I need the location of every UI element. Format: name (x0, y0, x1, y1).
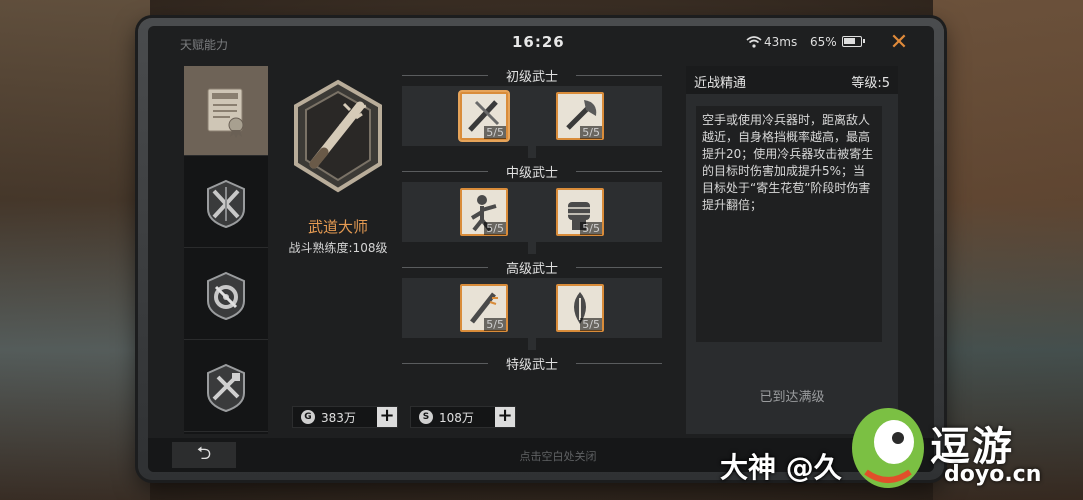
tier-header-2: 中级武士 (402, 162, 662, 181)
tab-certificate[interactable] (184, 66, 268, 156)
gold-amount: 383万 (321, 410, 356, 425)
add-gold-button[interactable]: + (377, 407, 397, 427)
talent-emblem-area: 武道大师 战斗熟练度:108级 (268, 66, 408, 266)
skill-detail-panel: 近战精通 等级:5 空手或使用冷兵器时，距离敌人越近，自身格挡概率越高，最高提升… (686, 66, 898, 434)
detail-header: 近战精通 等级:5 (686, 66, 898, 94)
tier-row-1: 5/5 5/5 (402, 86, 662, 146)
tier-connector (528, 146, 536, 158)
window-title: 天赋能力 (180, 38, 229, 52)
back-button[interactable]: ⮌ (172, 442, 236, 468)
doyo-logo-icon (852, 408, 924, 488)
gear-badge-icon (207, 271, 245, 320)
skill-bat-strike[interactable]: 5/5 (460, 284, 508, 332)
blades-badge-icon (207, 179, 245, 228)
tablet-screen: 天赋能力 16:26 43ms 65% ✕ 武道大师 战斗熟练度:108级 初级… (148, 26, 934, 472)
skill-axe[interactable]: 5/5 (556, 92, 604, 140)
skill-count: 5/5 (580, 318, 602, 331)
combat-proficiency: 战斗熟练度:108级 (288, 241, 388, 255)
status-bar: 天赋能力 16:26 43ms 65% ✕ (148, 26, 934, 60)
talent-sidebar (184, 66, 268, 434)
silver-coin-icon: S (419, 410, 433, 424)
tab-gear[interactable] (184, 250, 268, 340)
wifi-icon (746, 36, 762, 48)
talent-name: 武道大师 (307, 218, 368, 236)
battery-text: 65% (810, 35, 837, 49)
detail-description: 空手或使用冷兵器时，距离敌人越近，自身格挡概率越高，最高提升20；使用冷兵器攻击… (696, 106, 882, 342)
background-left (0, 0, 150, 500)
tab-sharp-blades[interactable] (184, 158, 268, 248)
skill-sword-slash[interactable]: 5/5 (460, 92, 508, 140)
clock: 16:26 (512, 33, 565, 51)
silver-amount: 108万 (439, 410, 474, 425)
tier-header-1: 初级武士 (402, 66, 662, 85)
tablet-frame: 天赋能力 16:26 43ms 65% ✕ 武道大师 战斗熟练度:108级 初级… (138, 18, 944, 480)
spiked-bat-emblem-icon (294, 79, 382, 193)
skill-count: 5/5 (484, 126, 506, 139)
detail-skill-level: 等级:5 (851, 76, 890, 91)
battery-icon (842, 36, 865, 47)
detail-skill-name: 近战精通 (694, 76, 747, 91)
gold-coin-icon: G (301, 410, 315, 424)
tier-row-2: 5/5 5/5 (402, 182, 662, 242)
tier-connector (528, 242, 536, 254)
skill-count: 5/5 (580, 222, 602, 235)
skill-count: 5/5 (484, 222, 506, 235)
skill-bud[interactable]: 5/5 (556, 284, 604, 332)
close-button[interactable]: ✕ (886, 30, 912, 56)
watermark-text: 大神 @久 (720, 451, 842, 484)
certificate-icon (207, 88, 244, 138)
tier-connector (528, 338, 536, 350)
tier-header-4: 特级武士 (402, 354, 662, 373)
tools-badge-icon (207, 363, 245, 412)
currency-silver: S 108万 + (410, 406, 516, 428)
skill-fighter[interactable]: 5/5 (460, 188, 508, 236)
skill-fist[interactable]: 5/5 (556, 188, 604, 236)
currency-gold: G 383万 + (292, 406, 398, 428)
tier-header-3: 高级武士 (402, 258, 662, 277)
skill-count: 5/5 (484, 318, 506, 331)
watermark-domain: doyo.cn (944, 462, 1042, 487)
tier-row-3: 5/5 5/5 (402, 278, 662, 338)
tab-tools[interactable] (184, 342, 268, 432)
skill-count: 5/5 (580, 126, 602, 139)
add-silver-button[interactable]: + (495, 407, 515, 427)
ping-text: 43ms (764, 35, 798, 49)
close-hint: 点击空白处关闭 (519, 450, 597, 463)
